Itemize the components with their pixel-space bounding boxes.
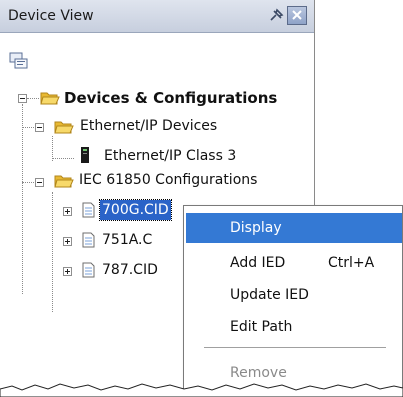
panel-title-bar: Device View [0, 0, 314, 33]
iec-expander[interactable] [35, 178, 44, 187]
tree-item-ethernet-ip-devices[interactable]: Ethernet/IP Devices [80, 116, 217, 136]
tree-root-label[interactable]: Devices & Configurations [64, 88, 277, 108]
menu-item-label: Remove [230, 365, 287, 381]
ethernet-ip-expander[interactable] [35, 123, 44, 132]
tree-item-cid[interactable]: 751A.C [102, 230, 152, 250]
menu-item-update-ied[interactable]: Update IED [186, 280, 402, 310]
tree-item-iec-61850[interactable]: IEC 61850 Configurations [79, 170, 257, 190]
folder-open-icon [54, 175, 74, 188]
menu-item-edit-path[interactable]: Edit Path [186, 312, 402, 342]
menu-item-label: Add IED [230, 255, 286, 271]
device-tree-icon[interactable] [9, 52, 29, 70]
tree-item-ethernet-ip-class3[interactable]: Ethernet/IP Class 3 [104, 146, 236, 166]
torn-edge [0, 383, 403, 397]
root-expander[interactable] [18, 94, 27, 103]
menu-item-shortcut: Ctrl+A [328, 255, 375, 271]
menu-item-label: Display [230, 220, 282, 236]
folder-open-icon [54, 121, 74, 134]
device-icon [81, 147, 89, 163]
cid-expander[interactable] [63, 237, 72, 246]
menu-separator [204, 347, 386, 348]
menu-item-display[interactable]: Display [186, 213, 402, 243]
context-menu: Display Add IED Ctrl+A Update IED Edit P… [183, 205, 403, 397]
cid-expander[interactable] [63, 267, 72, 276]
close-icon[interactable] [287, 6, 307, 25]
pin-icon[interactable] [268, 8, 284, 24]
panel-title: Device View [8, 8, 94, 24]
document-icon [82, 232, 95, 248]
tree-item-cid[interactable]: 787.CID [102, 260, 158, 280]
menu-item-label: Update IED [230, 287, 309, 303]
menu-item-label: Edit Path [230, 319, 293, 335]
folder-open-icon [40, 92, 60, 105]
document-icon [82, 262, 95, 278]
menu-item-add-ied[interactable]: Add IED Ctrl+A [186, 248, 402, 278]
document-icon [82, 202, 95, 218]
tree-item-cid[interactable]: 700G.CID [99, 199, 172, 221]
cid-expander[interactable] [63, 207, 72, 216]
